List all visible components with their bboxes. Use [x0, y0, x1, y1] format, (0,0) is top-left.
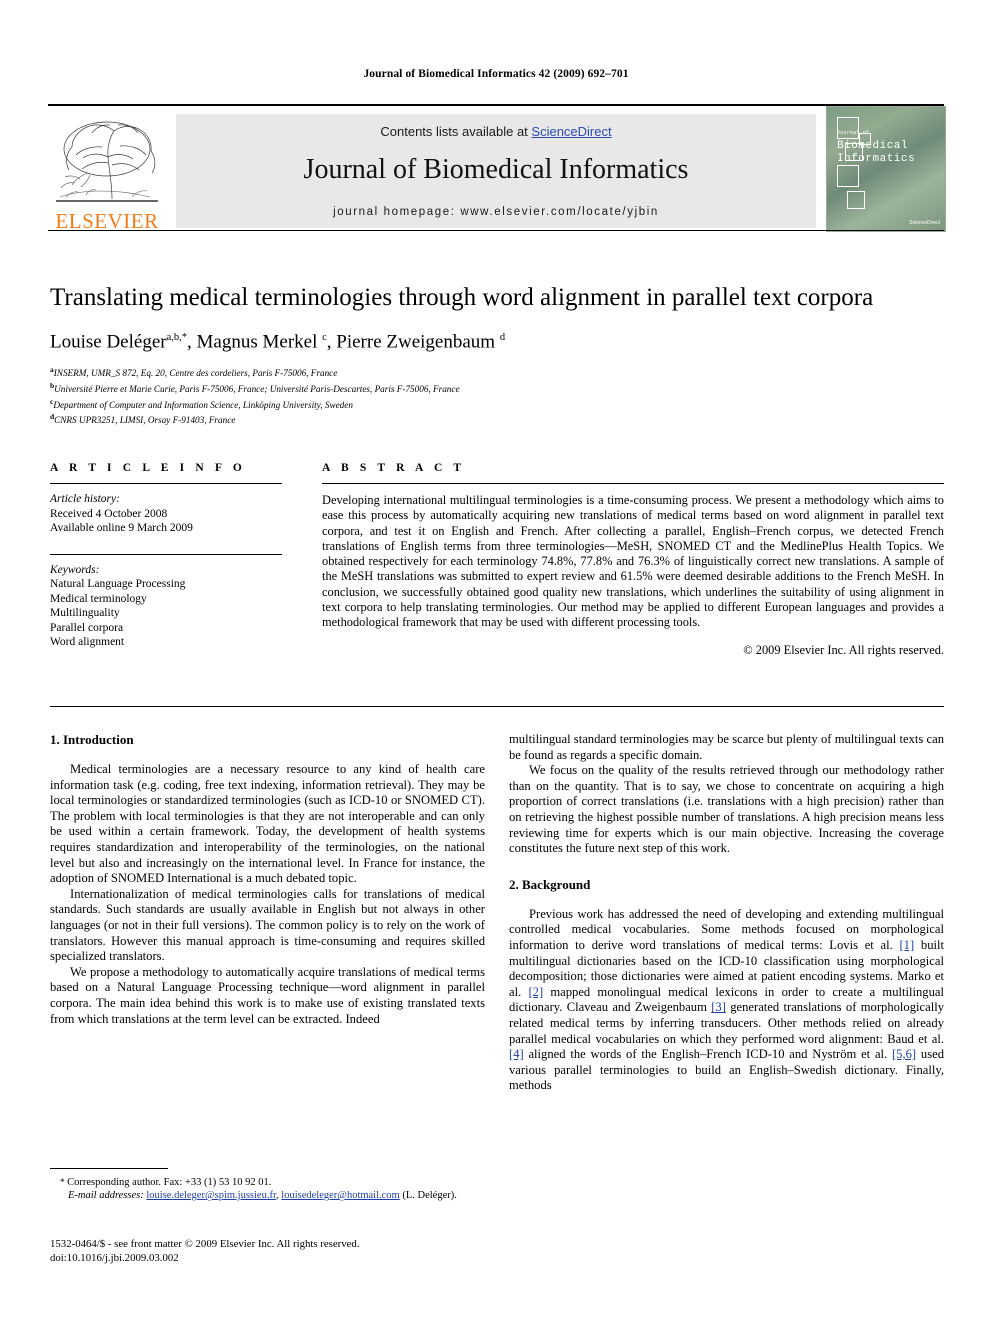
body-column-left: 1. Introduction Medical terminologies ar… [50, 732, 485, 1027]
cover-journal-line1: Biomedical [837, 140, 909, 152]
introduction-paragraphs: Medical terminologies are a necessary re… [50, 762, 485, 1027]
affiliation-marker: c [50, 396, 54, 406]
asterisk-icon: * [60, 1177, 65, 1187]
affiliation-marker: a [50, 365, 54, 375]
keyword-item: Medical terminology [50, 592, 147, 605]
email-link-secondary[interactable]: louisedeleger@hotmail.com [281, 1190, 399, 1201]
body-paragraph: multilingual standard terminologies may … [509, 732, 944, 762]
email-link-primary[interactable]: louise.deleger@spim.jussieu.fr [146, 1190, 276, 1201]
affiliation-list: aINSERM, UMR_S 872, Eq. 20, Centre des c… [50, 364, 944, 427]
imprint-doi: doi:10.1016/j.jbi.2009.03.002 [50, 1251, 179, 1264]
affiliation-line: aINSERM, UMR_S 872, Eq. 20, Centre des c… [50, 365, 338, 379]
keywords-rule [50, 553, 282, 555]
citation-link[interactable]: [4] [509, 1047, 524, 1061]
journal-masthead: ELSEVIER Contents lists available at Sci… [48, 104, 946, 233]
body-paragraph: We propose a methodology to automaticall… [50, 964, 485, 1026]
page-title: Translating medical terminologies throug… [50, 284, 874, 311]
article-history-items: Received 4 October 2008 Available online … [50, 507, 282, 536]
email-note: E-mail addresses: louise.deleger@spim.ju… [50, 1189, 485, 1202]
elsevier-logo: ELSEVIER [48, 111, 166, 233]
abstract-bottom-rule [50, 706, 944, 707]
author-list: Louise Delégera,b,*, Magnus Merkel c, Pi… [50, 331, 506, 353]
citation-link[interactable]: [5,6] [892, 1047, 916, 1061]
article-history-label: Article history: [50, 493, 120, 505]
abstract-text: Developing international multilingual te… [322, 493, 944, 630]
paper-page: Journal of Biomedical Informatics 42 (20… [0, 0, 992, 1323]
cover-journal-prefix: Journal of [837, 130, 870, 136]
citation-link[interactable]: [3] [711, 1000, 726, 1014]
abstract-rule [322, 483, 944, 484]
sciencedirect-link[interactable]: ScienceDirect [531, 124, 611, 139]
keyword-item: Parallel corpora [50, 621, 124, 634]
affiliation-marker: b [50, 380, 55, 390]
email-label: E-mail addresses: [68, 1190, 144, 1202]
citation-link[interactable]: [2] [528, 985, 543, 999]
email-owner: (L. Deléger). [402, 1190, 457, 1202]
affiliation-marker: d [50, 412, 55, 422]
body-paragraph: Medical terminologies are a necessary re… [50, 762, 485, 886]
cover-journal-title: Journal of Biomedical Informatics [837, 127, 941, 166]
imprint-block: 1532-0464/$ - see front matter © 2009 El… [50, 1238, 485, 1265]
keyword-item: Natural Language Processing [50, 578, 186, 590]
title-block: Translating medical terminologies throug… [50, 283, 944, 427]
elsevier-tree-icon [52, 113, 162, 205]
body-paragraph: We focus on the quality of the results r… [509, 763, 944, 856]
body-paragraph: Internationalization of medical terminol… [50, 886, 485, 964]
journal-title: Journal of Biomedical Informatics [303, 154, 689, 185]
corresponding-author-text: Corresponding author. Fax: +33 (1) 53 10… [67, 1177, 272, 1188]
journal-band: Contents lists available at ScienceDirec… [176, 114, 816, 228]
contents-line: Contents lists available at ScienceDirec… [176, 124, 816, 139]
section-heading-background: 2. Background [509, 876, 591, 892]
journal-homepage[interactable]: journal homepage: www.elsevier.com/locat… [176, 206, 816, 218]
footnote-block: * Corresponding author. Fax: +33 (1) 53 … [50, 1168, 485, 1202]
cover-journal-line2: Informatics [837, 153, 916, 165]
masthead-top-rule [48, 104, 944, 106]
affiliation-line: bUniversité Pierre et Marie Curie, Paris… [50, 380, 460, 395]
abstract-heading: A B S T R A C T [322, 462, 466, 474]
cover-sciencedirect-badge: ScienceDirect [909, 220, 940, 226]
running-head: Journal of Biomedical Informatics 42 (20… [363, 68, 629, 80]
affiliation-line: dCNRS UPR3251, LIMSI, Orsay F-91403, Fra… [50, 412, 236, 426]
keywords-label: Keywords: [50, 563, 100, 576]
article-info-heading: A R T I C L E I N F O [50, 462, 246, 474]
article-history-item: Received 4 October 2008 [50, 507, 168, 520]
masthead-bottom-rule [48, 230, 944, 231]
article-info-rule [50, 483, 282, 484]
body-column-right: multilingual standard terminologies may … [509, 732, 944, 1094]
article-info-block: A R T I C L E I N F O Article history: R… [50, 462, 282, 650]
imprint-front-matter: 1532-0464/$ - see front matter © 2009 El… [50, 1238, 360, 1250]
contents-prefix: Contents lists available at [380, 124, 532, 139]
background-paragraph: Previous work has addressed the need of … [509, 906, 944, 1093]
section-heading-introduction: 1. Introduction [50, 732, 134, 747]
footnote-rule [50, 1168, 168, 1169]
corresponding-author-note: * Corresponding author. Fax: +33 (1) 53 … [50, 1176, 485, 1189]
abstract-copyright: © 2009 Elsevier Inc. All rights reserved… [743, 642, 944, 657]
article-history: Article history: Received 4 October 2008… [50, 492, 282, 536]
affiliation-line: cDepartment of Computer and Information … [50, 396, 353, 410]
journal-cover-thumbnail: Journal of Biomedical Informatics Scienc… [826, 106, 946, 232]
keyword-item: Word alignment [50, 636, 125, 648]
citation-link[interactable]: [1] [899, 938, 914, 952]
keywords-items: Natural Language Processing Medical termi… [50, 577, 282, 650]
abstract-block: A B S T R A C T Developing international… [322, 462, 944, 658]
introduction-continuation: multilingual standard terminologies may … [509, 732, 944, 857]
article-history-item: Available online 9 March 2009 [50, 522, 193, 534]
keywords-block: Keywords: Natural Language Processing Med… [50, 563, 282, 650]
keyword-item: Multilinguality [50, 607, 120, 619]
